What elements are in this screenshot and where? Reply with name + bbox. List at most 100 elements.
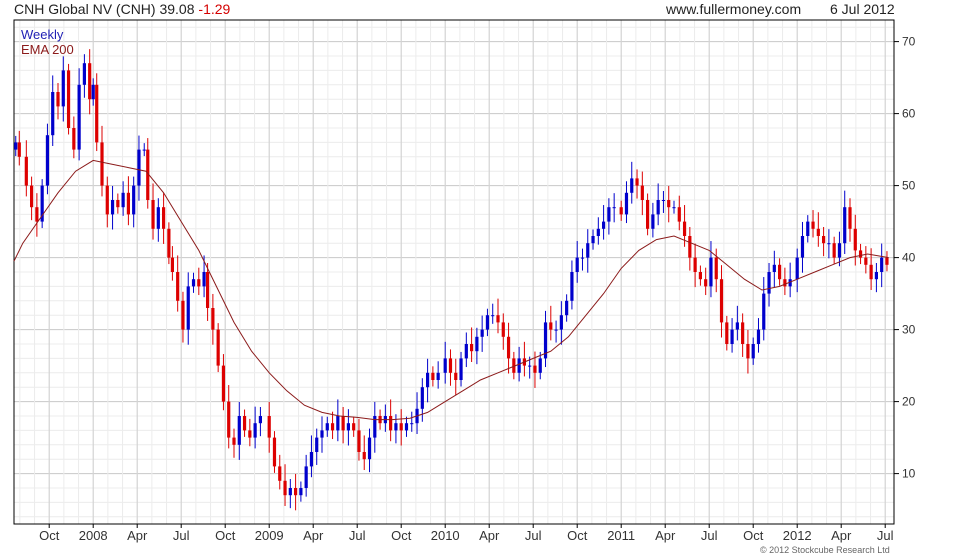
candle-body: [367, 437, 372, 460]
x-tick-label: Jul: [701, 528, 718, 543]
x-tick-label: Oct: [567, 528, 588, 543]
candle-body: [762, 293, 766, 330]
candle-body: [719, 279, 724, 323]
candle-body: [288, 488, 292, 496]
candle-body: [232, 437, 236, 445]
candle-body: [837, 243, 842, 258]
candle-body: [714, 257, 718, 280]
candle-body: [431, 372, 435, 380]
candle-body: [202, 272, 206, 287]
candle-body: [635, 178, 639, 186]
candle-body: [221, 365, 226, 402]
candle-body: [602, 221, 606, 229]
candle-body: [151, 200, 155, 229]
candle-body: [14, 142, 18, 150]
candle-body: [399, 423, 403, 431]
x-tick-label: 2008: [79, 528, 108, 543]
candle-body: [448, 358, 453, 373]
candle-body: [336, 416, 340, 431]
candle-body: [186, 286, 190, 330]
legend-entry: EMA 200: [21, 42, 74, 57]
candle-body: [864, 257, 868, 265]
candle-body: [843, 207, 847, 244]
y-tick-label: 10: [902, 467, 916, 481]
candle-body: [258, 416, 262, 424]
candle-body: [299, 488, 303, 496]
candle-body: [459, 358, 463, 380]
candle-body: [346, 423, 350, 431]
candle-body: [211, 308, 215, 330]
candle-body: [267, 416, 271, 438]
x-tick-label: Oct: [39, 528, 60, 543]
candle-body: [709, 257, 713, 287]
candle-body: [822, 236, 826, 244]
candle-body: [565, 300, 569, 316]
candle-body: [357, 430, 361, 452]
candle-body: [66, 70, 71, 128]
candle-body: [100, 142, 104, 186]
candle-body: [874, 272, 878, 280]
x-tick-label: Jul: [525, 528, 542, 543]
candle-body: [72, 128, 76, 150]
x-tick-label: 2012: [783, 528, 812, 543]
candle-body: [320, 430, 324, 438]
candle-body: [772, 264, 776, 272]
candle-body: [624, 192, 629, 215]
candle-body: [491, 315, 495, 317]
candle-body: [612, 207, 616, 209]
candle-body: [832, 243, 836, 258]
candle-body: [253, 423, 257, 438]
candle-body: [778, 264, 782, 280]
candle-body: [278, 466, 282, 481]
candle-body: [436, 372, 440, 380]
candle-body: [464, 344, 468, 359]
candle-body: [181, 300, 185, 330]
candle-body: [197, 279, 201, 287]
candle-body: [362, 452, 366, 460]
candle-body: [206, 272, 210, 308]
candle-body: [501, 322, 505, 337]
candle-body: [105, 185, 109, 215]
candle-body: [475, 336, 479, 352]
candle-body: [191, 279, 196, 287]
candle-body: [56, 92, 60, 107]
candle-body: [619, 207, 623, 215]
candle-body: [661, 200, 666, 201]
x-tick-label: Oct: [391, 528, 412, 543]
candle-body: [651, 214, 655, 229]
x-tick-label: 2010: [431, 528, 460, 543]
candle-body: [304, 466, 308, 488]
candle-body: [591, 236, 595, 244]
candle-body: [330, 423, 335, 431]
candle-body: [596, 228, 600, 236]
candle-body: [283, 480, 287, 496]
chart-stage: CNH Global NV (CNH) 39.08 -1.29 www.full…: [0, 0, 980, 560]
y-tick-label: 50: [902, 179, 916, 193]
candle-body: [116, 200, 120, 208]
candle-body: [51, 92, 55, 136]
x-tick-label: Oct: [743, 528, 764, 543]
candle-body: [470, 344, 474, 352]
legend-entry: Weekly: [21, 27, 64, 42]
candle-body: [162, 207, 166, 229]
candle-body: [693, 257, 697, 272]
candle-body: [646, 200, 650, 229]
candle-body: [309, 452, 314, 467]
candle-body: [77, 84, 81, 150]
x-tick-label: Jul: [877, 528, 894, 543]
candle-body: [554, 329, 558, 331]
candle-body: [110, 200, 115, 215]
candle-body: [389, 416, 393, 431]
candle-body: [549, 322, 553, 330]
candle-body: [607, 207, 611, 222]
candle-body: [88, 63, 92, 100]
x-tick-label: Apr: [655, 528, 676, 543]
candle-body: [45, 135, 50, 186]
candle-body: [704, 279, 708, 287]
candle-body: [237, 416, 241, 445]
candle-body: [677, 207, 681, 222]
x-tick-label: Apr: [831, 528, 852, 543]
candle-body: [30, 185, 34, 208]
candle-body: [506, 336, 511, 359]
candle-body: [420, 387, 424, 409]
